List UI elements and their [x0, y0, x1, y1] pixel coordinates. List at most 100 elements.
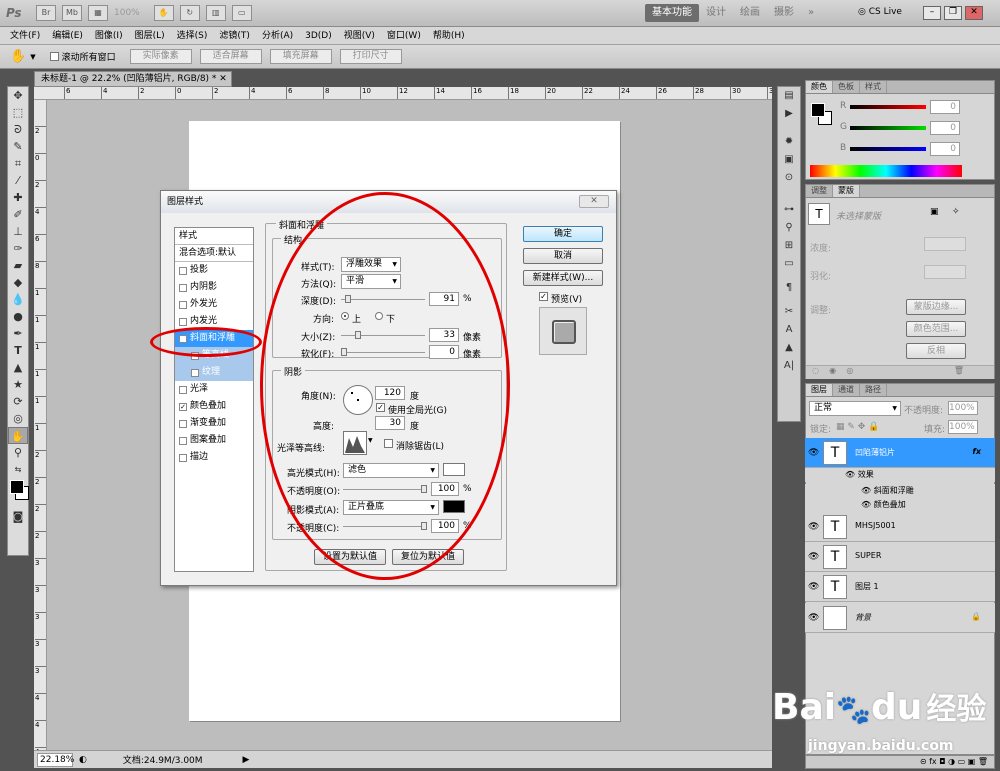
- preview-checkbox[interactable]: ✓: [539, 292, 548, 301]
- g-slider[interactable]: [850, 126, 926, 130]
- menu-select[interactable]: 选择(S): [171, 27, 214, 45]
- style-checkbox[interactable]: [179, 266, 187, 275]
- menu-layer[interactable]: 图层(L): [129, 27, 171, 45]
- menu-filter[interactable]: 滤镜(T): [213, 27, 256, 45]
- history-panel-icon[interactable]: ▤: [778, 87, 800, 105]
- layer-name[interactable]: MHSJ5001: [855, 521, 896, 530]
- layer-name[interactable]: 图层 1: [855, 581, 879, 592]
- feather-input[interactable]: [924, 265, 966, 279]
- effect-row[interactable]: 👁 效果: [805, 468, 995, 482]
- lock-icons[interactable]: ▦ ✎ ✥ 🔒: [836, 422, 879, 432]
- dialog-close-icon[interactable]: ✕: [579, 195, 609, 208]
- fx-badge[interactable]: fx: [972, 447, 981, 456]
- fx-icon[interactable]: fx: [929, 757, 937, 766]
- style-item[interactable]: 描边: [175, 449, 253, 466]
- rotate-view-icon[interactable]: ↻: [179, 5, 200, 21]
- eye-icon[interactable]: 👁: [808, 582, 819, 592]
- style-checkbox[interactable]: [179, 300, 187, 309]
- chevron-down-icon[interactable]: ▼: [30, 53, 35, 61]
- layer-name[interactable]: SUPER: [855, 551, 881, 560]
- tab-masks[interactable]: 蒙版: [833, 185, 860, 197]
- add-mask-icon[interactable]: ◘: [939, 757, 945, 766]
- color-foreground[interactable]: [811, 103, 825, 117]
- mask-edge-button[interactable]: 蒙版边缘...: [906, 299, 966, 315]
- character-icon[interactable]: A: [778, 321, 800, 339]
- tab-adjustments[interactable]: 调整: [806, 185, 833, 197]
- layer-name[interactable]: 凹陷薄铝片: [855, 447, 895, 458]
- b-input[interactable]: 0: [930, 142, 960, 156]
- style-item[interactable]: 外发光: [175, 296, 253, 313]
- style-item[interactable]: 图案叠加: [175, 432, 253, 449]
- delete-layer-icon[interactable]: 🗑: [978, 757, 988, 766]
- menu-analysis[interactable]: 分析(A): [256, 27, 299, 45]
- style-checkbox[interactable]: [179, 385, 187, 394]
- healing-brush-icon[interactable]: ✚: [8, 189, 28, 206]
- invert-button[interactable]: 反相: [906, 343, 966, 359]
- menu-window[interactable]: 窗口(W): [381, 27, 427, 45]
- apply-mask-icon[interactable]: ◉: [829, 366, 836, 375]
- cs-live-button[interactable]: ◎ CS Live: [858, 7, 902, 17]
- menu-view[interactable]: 视图(V): [338, 27, 381, 45]
- adjust-panel-icon[interactable]: ⊶: [778, 201, 800, 219]
- clone-source-icon[interactable]: ▣: [778, 151, 800, 169]
- bridge-icon[interactable]: Br: [36, 5, 56, 21]
- 3d-rotate-icon[interactable]: ⟳: [8, 393, 28, 410]
- close-tab-icon[interactable]: ✕: [219, 74, 227, 84]
- actions-panel-icon[interactable]: ▶: [778, 105, 800, 123]
- menu-image[interactable]: 图像(I): [89, 27, 129, 45]
- pixel-mask-icon[interactable]: ▣: [930, 207, 939, 217]
- density-input[interactable]: [924, 237, 966, 251]
- quick-mask-icon[interactable]: ◙: [8, 508, 28, 525]
- style-checkbox[interactable]: [179, 453, 187, 462]
- actual-pixels-button[interactable]: 实际像素: [129, 49, 192, 64]
- eye-icon[interactable]: 👁: [808, 552, 819, 562]
- shape-tool-icon[interactable]: ★: [8, 376, 28, 393]
- style-checkbox[interactable]: [179, 436, 187, 445]
- style-checkbox[interactable]: [179, 283, 187, 292]
- path-select-icon[interactable]: ▲: [8, 359, 28, 376]
- color-ramp[interactable]: [810, 165, 962, 177]
- tab-styles[interactable]: 样式: [860, 81, 887, 93]
- cancel-button[interactable]: 取消: [523, 248, 603, 264]
- marquee-tool-icon[interactable]: ⬚: [8, 104, 28, 121]
- eraser-tool-icon[interactable]: ▰: [8, 257, 28, 274]
- history-brush-icon[interactable]: ✑: [8, 240, 28, 257]
- load-selection-icon[interactable]: ◌: [812, 366, 819, 375]
- new-group-icon[interactable]: ▭: [958, 757, 966, 766]
- clone-stamp-icon[interactable]: ⊥: [8, 223, 28, 240]
- swatches-icon[interactable]: A|: [778, 357, 800, 375]
- workspace-design[interactable]: 设计: [699, 4, 733, 22]
- effect-eye-icon[interactable]: 👁: [845, 470, 855, 479]
- eye-icon[interactable]: 👁: [808, 448, 819, 458]
- effect-row[interactable]: 👁 颜色叠加: [805, 498, 995, 512]
- layer-fill-input[interactable]: 100%: [948, 420, 978, 434]
- paint-bucket-icon[interactable]: ◆: [8, 274, 28, 291]
- eye-icon[interactable]: 👁: [808, 522, 819, 532]
- menu-3d[interactable]: 3D(D): [299, 27, 338, 45]
- type-tool-icon[interactable]: T: [8, 342, 28, 359]
- fill-screen-button[interactable]: 填充屏幕: [269, 49, 332, 64]
- style-checkbox[interactable]: ✓: [179, 402, 187, 411]
- g-input[interactable]: 0: [930, 121, 960, 135]
- notes-icon[interactable]: ⊞: [778, 237, 800, 255]
- effect-eye-icon[interactable]: 👁: [861, 486, 871, 495]
- layer-row[interactable]: 👁 背景 🔒: [805, 603, 995, 633]
- arrange-documents-icon[interactable]: ▥: [205, 5, 226, 21]
- mini-bridge-icon[interactable]: Mb: [62, 5, 82, 21]
- color-swatches[interactable]: [8, 478, 29, 508]
- style-checkbox[interactable]: [191, 368, 199, 377]
- layer-opacity-input[interactable]: 100%: [948, 401, 978, 415]
- blur-tool-icon[interactable]: 💧: [8, 291, 28, 308]
- new-adjustment-icon[interactable]: ◑: [948, 757, 955, 766]
- vector-mask-icon[interactable]: ✧: [952, 207, 960, 217]
- delete-mask-icon[interactable]: 🗑: [954, 366, 964, 375]
- effect-row[interactable]: 👁 斜面和浮雕: [805, 484, 995, 498]
- restore-icon[interactable]: ❐: [944, 6, 962, 20]
- minimize-icon[interactable]: –: [923, 6, 941, 20]
- tool-presets-icon[interactable]: ⚲: [778, 219, 800, 237]
- style-checkbox[interactable]: [179, 419, 187, 428]
- layer-row[interactable]: 👁 T 凹陷薄铝片 fx: [805, 438, 995, 468]
- workspace-photography[interactable]: 摄影: [767, 4, 801, 22]
- fit-screen-button[interactable]: 适合屏幕: [199, 49, 262, 64]
- tab-swatches[interactable]: 色板: [833, 81, 860, 93]
